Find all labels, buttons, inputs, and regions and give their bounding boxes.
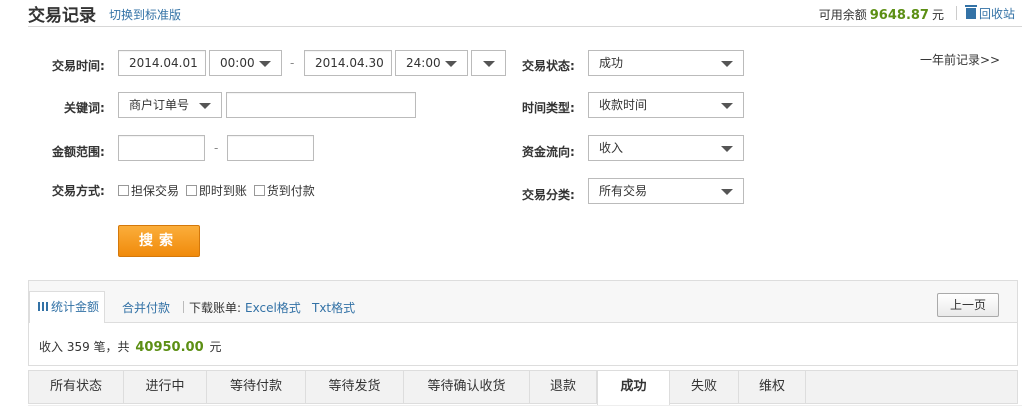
tab-awaiting-payment[interactable]: 等待付款 xyxy=(207,371,306,403)
chevron-down-icon xyxy=(483,61,495,67)
trade-category-select[interactable]: 所有交易 xyxy=(588,178,744,204)
fund-flow-label: 资金流向: xyxy=(522,145,575,159)
keyword-type-value: 商户订单号 xyxy=(129,98,190,112)
trade-mode-checkboxes: 担保交易 即时到账 货到付款 xyxy=(118,182,318,199)
trash-icon xyxy=(965,5,977,19)
download-bill-label: 下载账单: xyxy=(189,301,242,315)
amount-range-label: 金额范围: xyxy=(52,145,105,159)
header-divider-line xyxy=(28,26,1022,27)
end-date-input[interactable]: 2014.04.30 xyxy=(304,50,392,76)
chevron-down-icon xyxy=(721,189,733,195)
income-unit: 元 xyxy=(209,340,222,354)
excel-download-link[interactable]: Excel格式 xyxy=(245,299,301,316)
balance-info: 可用余额 9648.87 元 xyxy=(819,6,944,23)
merge-pay-link[interactable]: 合并付款 xyxy=(122,299,170,316)
start-time-value: 00:00 xyxy=(220,56,255,70)
status-tab-bar: 所有状态 进行中 等待付款 等待发货 等待确认收货 退款 成功 失败 维权 xyxy=(28,370,1018,405)
switch-standard-link[interactable]: 切换到标准版 xyxy=(109,6,181,23)
trade-mode-instant[interactable]: 即时到账 xyxy=(185,184,247,198)
tab-rights-protection[interactable]: 维权 xyxy=(739,371,806,403)
summary-panel: 统计金额 合并付款 下载账单: Excel格式 Txt格式 上一页 收入 359… xyxy=(28,280,1018,366)
prev-page-button[interactable]: 上一页 xyxy=(937,293,999,317)
trade-status-select[interactable]: 成功 xyxy=(588,50,744,76)
income-amount: 40950.00 xyxy=(135,340,204,355)
tab-success[interactable]: 成功 xyxy=(597,371,670,405)
page-title: 交易记录 xyxy=(28,6,96,26)
date-range-dash: - xyxy=(290,56,295,70)
amount-min-input[interactable] xyxy=(118,135,205,161)
trade-mode-cod[interactable]: 货到付款 xyxy=(253,184,315,198)
chevron-down-icon xyxy=(445,61,457,67)
amount-range-dash: - xyxy=(214,141,219,155)
trade-mode-guarantee[interactable]: 担保交易 xyxy=(118,184,179,198)
bar-chart-icon xyxy=(38,302,48,311)
chevron-down-icon xyxy=(721,146,733,152)
keyword-input[interactable] xyxy=(226,92,416,118)
trade-category-value: 所有交易 xyxy=(599,184,648,198)
keyword-label: 关键词: xyxy=(64,101,105,115)
summary-toolbar: 统计金额 合并付款 下载账单: Excel格式 Txt格式 上一页 xyxy=(29,281,1017,323)
trade-mode-label-0: 担保交易 xyxy=(131,184,180,198)
tab-statistics[interactable]: 统计金额 xyxy=(29,291,105,323)
time-type-label: 时间类型: xyxy=(522,101,575,115)
trade-mode-label-2: 货到付款 xyxy=(266,184,315,198)
end-time-value: 24:00 xyxy=(406,56,441,70)
checkbox-cod[interactable] xyxy=(253,185,265,196)
trade-time-label: 交易时间: xyxy=(52,59,105,73)
fund-flow-value: 收入 xyxy=(599,141,624,155)
chevron-down-icon xyxy=(721,61,733,67)
keyword-type-select[interactable]: 商户订单号 xyxy=(118,92,222,118)
trade-status-value: 成功 xyxy=(599,56,624,70)
search-button[interactable]: 搜索 xyxy=(118,225,200,257)
tab-awaiting-confirmation[interactable]: 等待确认收货 xyxy=(404,371,530,403)
end-time-select[interactable]: 24:00 xyxy=(395,50,468,76)
time-range-dropdown[interactable] xyxy=(471,50,506,76)
chevron-down-icon xyxy=(199,103,211,109)
recycle-bin-link[interactable]: 回收站 xyxy=(965,5,1016,22)
income-prefix: 收入 359 笔，共 xyxy=(39,340,130,354)
income-summary: 收入 359 笔，共 40950.00 元 xyxy=(39,338,221,355)
chevron-down-icon xyxy=(259,61,271,67)
fund-flow-select[interactable]: 收入 xyxy=(588,135,744,161)
trade-status-label: 交易状态: xyxy=(522,59,575,73)
trade-mode-label-1: 即时到账 xyxy=(198,184,247,198)
tab-failed[interactable]: 失败 xyxy=(670,371,739,403)
table-header-cut xyxy=(28,405,1022,415)
time-type-select[interactable]: 收款时间 xyxy=(588,92,744,118)
trade-category-label: 交易分类: xyxy=(522,188,575,202)
recycle-label: 回收站 xyxy=(979,7,1016,21)
tab-all-status[interactable]: 所有状态 xyxy=(29,371,124,403)
year-ago-records-link[interactable]: 一年前记录>> xyxy=(920,51,1000,68)
start-time-select[interactable]: 00:00 xyxy=(209,50,282,76)
amount-max-input[interactable] xyxy=(227,135,314,161)
tab-awaiting-shipment[interactable]: 等待发货 xyxy=(306,371,404,403)
tab-in-progress[interactable]: 进行中 xyxy=(124,371,207,403)
balance-unit: 元 xyxy=(931,8,944,22)
balance-label: 可用余额 xyxy=(818,8,867,22)
toolbar-divider xyxy=(183,301,184,313)
trade-mode-label: 交易方式: xyxy=(52,184,105,198)
checkbox-instant[interactable] xyxy=(185,185,197,196)
checkbox-guarantee[interactable] xyxy=(118,185,129,196)
chevron-down-icon xyxy=(721,103,733,109)
balance-amount: 9648.87 xyxy=(869,8,929,23)
header-divider xyxy=(956,6,957,20)
time-type-value: 收款时间 xyxy=(599,98,648,112)
page-header: 交易记录 切换到标准版 可用余额 9648.87 元 回收站 xyxy=(0,0,1022,26)
tab-refund[interactable]: 退款 xyxy=(530,371,597,403)
start-date-input[interactable]: 2014.04.01 xyxy=(118,50,206,76)
tab-statistics-label: 统计金额 xyxy=(51,300,100,314)
txt-download-link[interactable]: Txt格式 xyxy=(312,299,355,316)
